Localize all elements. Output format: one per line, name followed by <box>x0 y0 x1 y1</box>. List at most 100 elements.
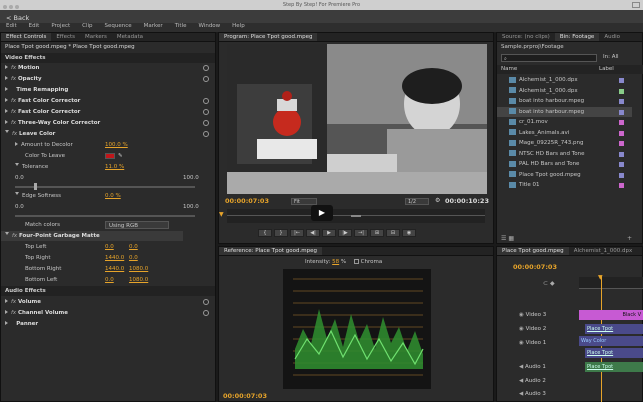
back-button[interactable]: < Back <box>6 14 29 22</box>
project-search-input[interactable]: ⌕ <box>501 54 597 62</box>
menu-sequence[interactable]: Sequence <box>105 23 132 29</box>
reset-icon[interactable] <box>203 65 209 71</box>
timeline-clip[interactable]: Place Tpot good.mpeg <box>585 324 643 334</box>
tab-program[interactable]: Program: Place Tpot good.mpeg <box>219 33 318 41</box>
list-item[interactable]: Mage_09225R_743.png <box>497 138 632 149</box>
menu-title[interactable]: Title <box>175 23 187 29</box>
reset-icon[interactable] <box>203 76 209 82</box>
speaker-icon[interactable]: ◀ <box>497 378 523 384</box>
col-label[interactable]: Label <box>599 65 614 74</box>
play-overlay-icon[interactable]: ▶ <box>311 205 333 221</box>
list-item[interactable]: Title 01 <box>497 180 632 191</box>
list-view-icon[interactable]: ☰ <box>501 235 506 242</box>
effect-fast-color-corrector[interactable]: fx Fast Color Corrector <box>1 96 215 106</box>
menu-marker[interactable]: Marker <box>144 23 163 29</box>
amount-value[interactable]: 100.0 % <box>105 140 128 150</box>
export-frame-icon[interactable]: ◉ <box>402 229 416 237</box>
tab-sequence-1[interactable]: Place Tpot good.mpeg <box>497 247 569 255</box>
reset-icon[interactable] <box>203 120 209 126</box>
effect-time-remapping[interactable]: Time Remapping <box>1 85 215 95</box>
reset-icon[interactable] <box>203 109 209 115</box>
list-item[interactable]: Place Tpot good.mpeg <box>497 170 632 181</box>
reset-icon[interactable] <box>203 131 209 137</box>
bottom-right-x[interactable]: 1440.0 <box>105 264 124 274</box>
menu-clip[interactable]: Clip <box>82 23 92 29</box>
menu-window[interactable]: Window <box>198 23 220 29</box>
timeline-clip[interactable]: Way Color Corrector:Outp <box>579 336 643 346</box>
list-item[interactable]: boat into harbour.mpeg <box>497 106 632 117</box>
menu-help[interactable]: Help <box>232 23 245 29</box>
eyedropper-icon[interactable]: ✎ <box>118 151 123 161</box>
timeline-clip[interactable]: Place Tpot good.mpeg <box>585 348 643 358</box>
intensity-value[interactable]: 58 <box>332 259 339 265</box>
tolerance-slider[interactable] <box>15 186 195 188</box>
list-item[interactable]: PAL HD Bars and Tone <box>497 159 632 170</box>
menu-edit[interactable]: Edit <box>6 23 17 29</box>
timeline-timecode[interactable]: 00:00:07:03 <box>513 263 557 271</box>
reset-icon[interactable] <box>203 98 209 104</box>
edge-value[interactable]: 0.0 % <box>105 191 121 201</box>
eye-icon[interactable]: ◉ <box>497 326 524 332</box>
chroma-checkbox[interactable] <box>353 259 359 264</box>
list-item[interactable]: boat into harbour.mpeg <box>497 96 632 107</box>
program-scrub-bar[interactable] <box>227 209 485 223</box>
effect-three-way-color-corrector[interactable]: fx Three-Way Color Corrector <box>1 118 215 128</box>
tolerance-slider-handle[interactable] <box>34 183 37 190</box>
eye-icon[interactable]: ◉ <box>497 312 524 318</box>
step-back-icon[interactable]: ◀| <box>306 229 320 237</box>
tab-metadata[interactable]: Metadata <box>112 33 148 41</box>
effect-garbage-matte[interactable]: fx Four-Point Garbage Matte <box>1 231 183 241</box>
new-item-icon[interactable]: + <box>627 235 632 242</box>
list-item[interactable]: Lakes_Animals.avi <box>497 128 632 139</box>
match-colors-dropdown[interactable]: Using RGB <box>105 221 169 229</box>
eye-icon[interactable]: ◉ <box>497 340 524 346</box>
top-left-x[interactable]: 0.0 <box>105 242 114 252</box>
mark-in-icon[interactable]: { <box>258 229 272 237</box>
edge-slider[interactable] <box>15 215 195 217</box>
list-item[interactable]: Alchemist_1_000.dpx <box>497 86 632 97</box>
bottom-left-x[interactable]: 0.0 <box>105 275 114 285</box>
list-item[interactable]: cr_01.mov <box>497 117 632 128</box>
tab-effects[interactable]: Effects <box>51 33 80 41</box>
effect-panner[interactable]: Panner <box>1 319 215 329</box>
reset-icon[interactable] <box>203 299 209 305</box>
top-left-y[interactable]: 0.0 <box>129 242 138 252</box>
go-to-in-icon[interactable]: |← <box>290 229 304 237</box>
reference-timecode[interactable]: 00:00:07:03 <box>223 392 267 400</box>
playhead-marker-icon[interactable]: ▼ <box>219 211 227 221</box>
fit-dropdown[interactable]: Fit <box>291 198 317 205</box>
snap-icon[interactable]: ⊂ <box>543 280 548 287</box>
wrench-icon[interactable]: ⚙ <box>435 197 440 204</box>
color-swatch[interactable] <box>105 153 115 159</box>
tab-audio[interactable]: Audio <box>599 33 625 41</box>
timeline-clip[interactable]: Place Tpot good.mpeg <box>585 362 643 372</box>
reset-icon[interactable] <box>203 310 209 316</box>
menu-project[interactable]: Project <box>51 23 70 29</box>
tab-reference[interactable]: Reference: Place Tpot good.mpeg <box>219 247 322 255</box>
top-right-x[interactable]: 1440.0 <box>105 253 124 263</box>
menu-edit-2[interactable]: Edit <box>29 23 40 29</box>
in-filter[interactable]: In: All <box>603 54 619 60</box>
step-forward-icon[interactable]: |▶ <box>338 229 352 237</box>
play-button[interactable]: ▶ <box>322 229 336 237</box>
time-ruler[interactable] <box>579 277 643 289</box>
effect-volume[interactable]: fx Volume <box>1 297 215 307</box>
fullscreen-icon[interactable] <box>632 2 640 8</box>
tab-sequence-3[interactable]: bo <box>637 247 642 255</box>
overwrite-icon[interactable]: ⊟ <box>386 229 400 237</box>
speaker-icon[interactable]: ◀ <box>497 391 523 397</box>
bottom-left-y[interactable]: 1080.0 <box>129 275 148 285</box>
tab-bin-footage[interactable]: Bin: Footage <box>554 33 600 41</box>
playhead-marker-icon[interactable]: ▼ <box>598 274 603 281</box>
mark-out-icon[interactable]: } <box>274 229 288 237</box>
marker-icon[interactable]: ◆ <box>550 280 555 287</box>
tab-sequence-2[interactable]: Alchemist_1_000.dpx <box>569 247 638 255</box>
tab-source[interactable]: Source: (no clips) <box>497 33 555 41</box>
effect-opacity[interactable]: fx Opacity <box>1 74 215 84</box>
top-right-y[interactable]: 0.0 <box>129 253 138 263</box>
effect-channel-volume[interactable]: fx Channel Volume <box>1 308 215 318</box>
list-item[interactable]: Alchemist_1_000.dpx <box>497 75 632 86</box>
tab-markers[interactable]: Markers <box>80 33 112 41</box>
timeline-clip[interactable]: Black V <box>579 310 643 320</box>
tab-effect-controls[interactable]: Effect Controls <box>1 33 52 41</box>
